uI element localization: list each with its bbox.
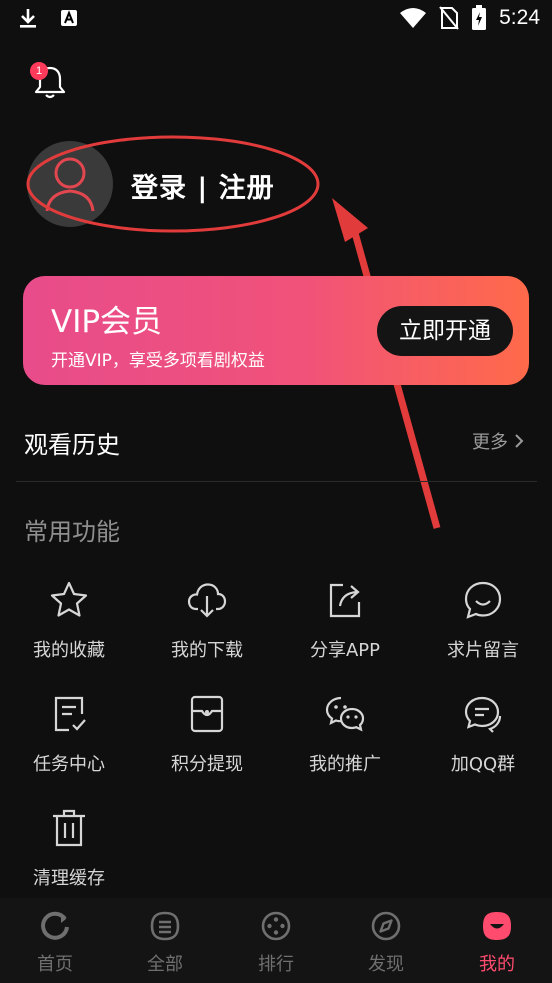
func-label: 任务中心 bbox=[33, 754, 105, 775]
func-request-message[interactable]: 求片留言 bbox=[414, 580, 552, 680]
wallet-icon bbox=[190, 695, 224, 733]
func-label: 积分提现 bbox=[171, 754, 243, 775]
nav-label: 全部 bbox=[147, 954, 183, 975]
nav-mine[interactable]: 我的 bbox=[442, 910, 552, 980]
nav-all[interactable]: 全部 bbox=[110, 910, 220, 980]
func-points-withdraw[interactable]: 积分提现 bbox=[138, 694, 276, 794]
func-clear-cache[interactable]: 清理缓存 bbox=[0, 808, 138, 908]
share-icon bbox=[329, 583, 361, 618]
func-downloads[interactable]: 我的下载 bbox=[138, 580, 276, 680]
nav-ranking[interactable]: 排行 bbox=[221, 910, 331, 980]
nav-label: 首页 bbox=[37, 954, 73, 975]
history-more-label: 更多 bbox=[472, 432, 508, 453]
vip-open-button[interactable]: 立即开通 bbox=[377, 306, 513, 356]
nav-label: 我的 bbox=[479, 954, 515, 975]
nav-label: 发现 bbox=[368, 954, 404, 975]
func-label: 分享APP bbox=[309, 640, 381, 661]
screen: 5:24 1 登录 | 注册 VIP会员 开通VIP，享受多项看剧权益 立即开通… bbox=[0, 0, 552, 983]
status-bar: 5:24 bbox=[0, 0, 552, 38]
task-icon bbox=[54, 696, 86, 732]
status-time: 5:24 bbox=[499, 6, 540, 29]
all-icon bbox=[150, 911, 180, 941]
func-label: 我的推广 bbox=[309, 754, 381, 775]
cloud-download-icon bbox=[187, 583, 227, 618]
chevron-right-icon bbox=[515, 434, 524, 448]
vip-title: VIP会员 bbox=[51, 304, 163, 340]
func-label: 求片留言 bbox=[447, 640, 519, 661]
no-sim-icon bbox=[439, 6, 459, 30]
func-join-qq-group[interactable]: 加QQ群 bbox=[414, 694, 552, 794]
login-register-link[interactable]: 登录 | 注册 bbox=[131, 166, 275, 205]
func-label: 我的收藏 bbox=[33, 640, 105, 661]
app-status-icon bbox=[61, 10, 77, 26]
battery-icon bbox=[472, 5, 487, 30]
func-task-center[interactable]: 任务中心 bbox=[0, 694, 138, 794]
ranking-icon bbox=[261, 911, 291, 941]
divider bbox=[16, 481, 537, 482]
vip-card[interactable]: VIP会员 开通VIP，享受多项看剧权益 立即开通 bbox=[23, 276, 529, 385]
history-title: 观看历史 bbox=[24, 431, 120, 459]
wifi-icon bbox=[400, 8, 427, 28]
vip-subtitle: 开通VIP，享受多项看剧权益 bbox=[51, 351, 265, 371]
nav-home[interactable]: 首页 bbox=[0, 910, 110, 980]
profile-icon bbox=[483, 912, 511, 940]
nav-label: 排行 bbox=[258, 954, 294, 975]
bottom-nav: 首页 全部 排行 发现 我的 bbox=[0, 898, 552, 983]
trash-icon bbox=[53, 809, 85, 847]
history-more-link[interactable]: 更多 bbox=[472, 428, 524, 454]
func-promotion[interactable]: 我的推广 bbox=[276, 694, 414, 794]
func-favorites[interactable]: 我的收藏 bbox=[0, 580, 138, 680]
group-chat-icon bbox=[464, 696, 502, 733]
wechat-icon bbox=[325, 696, 365, 732]
notification-badge: 1 bbox=[30, 62, 48, 80]
compass-icon bbox=[371, 911, 401, 941]
func-label: 清理缓存 bbox=[33, 868, 105, 889]
nav-discover[interactable]: 发现 bbox=[331, 910, 441, 980]
func-label: 加QQ群 bbox=[450, 754, 516, 775]
home-icon bbox=[41, 911, 69, 940]
download-status-icon bbox=[20, 9, 36, 28]
user-placeholder-icon bbox=[45, 157, 95, 212]
func-share-app[interactable]: 分享APP bbox=[276, 580, 414, 680]
func-label: 我的下载 bbox=[171, 640, 243, 661]
avatar[interactable] bbox=[27, 141, 113, 227]
notification-bell[interactable]: 1 bbox=[30, 62, 70, 102]
chat-smile-icon bbox=[464, 581, 502, 619]
functions-title: 常用功能 bbox=[24, 518, 120, 546]
star-icon bbox=[50, 581, 88, 617]
